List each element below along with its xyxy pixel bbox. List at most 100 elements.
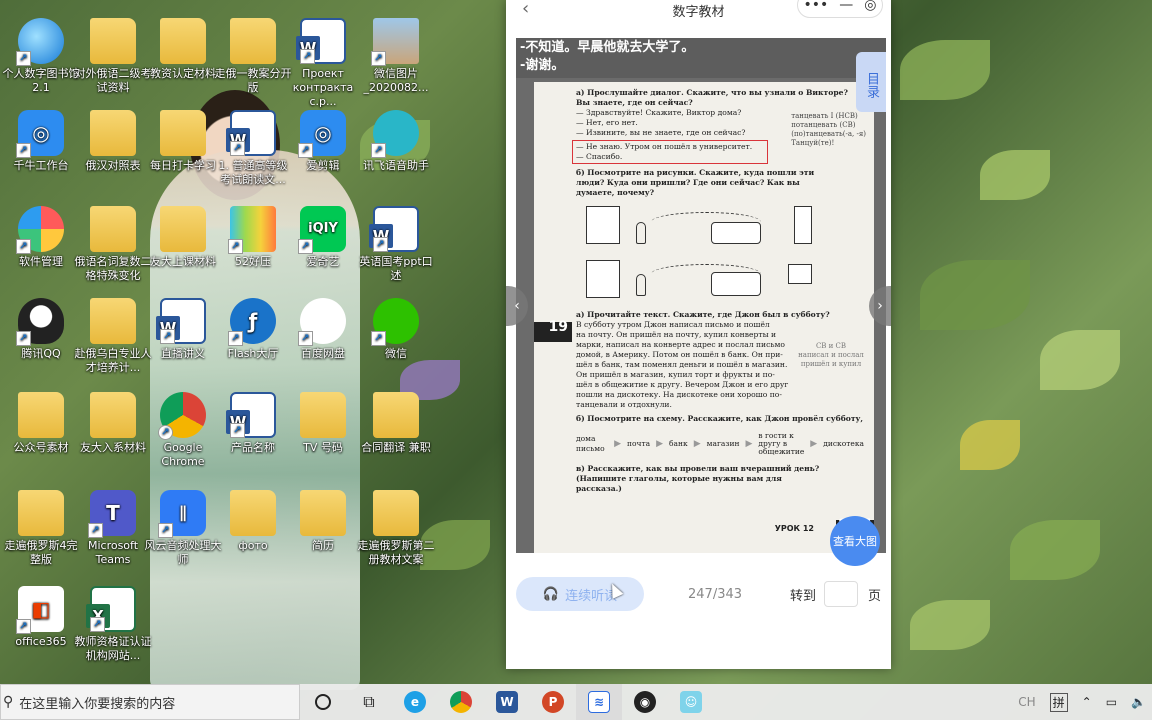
taskbar-photo-app[interactable]: ☺ bbox=[668, 684, 714, 720]
desktop-icon[interactable]: 教资认定材料 bbox=[144, 18, 222, 81]
task-view-button[interactable]: ⧉ bbox=[346, 684, 392, 720]
desktop-icon[interactable]: ƒFlash大厅 bbox=[214, 298, 292, 361]
textbook-app-icon: ≋ bbox=[588, 691, 610, 713]
desktop-icon[interactable]: 1. 普通高等级考试朗读文... bbox=[214, 110, 292, 187]
desktop-icon[interactable]: 52好压 bbox=[214, 206, 292, 269]
word-icon: W bbox=[496, 691, 518, 713]
flash-icon: ƒ bbox=[228, 298, 276, 346]
photo-app-icon: ☺ bbox=[680, 691, 702, 713]
goto-page-input[interactable] bbox=[824, 581, 859, 607]
taskbar-obs[interactable]: ◉ bbox=[622, 684, 668, 720]
taskbar-search[interactable]: ⚲ 在这里输入你要搜索的内容 bbox=[0, 684, 300, 720]
desktop-icon[interactable]: 软件管理 bbox=[2, 206, 80, 269]
desktop-icon[interactable]: TV 号码 bbox=[284, 392, 362, 455]
zip-icon bbox=[228, 206, 276, 254]
side-notes-2: СВ и СВ написал и послал пришёл и купил bbox=[796, 342, 866, 369]
blue-icon: ◎ bbox=[16, 110, 64, 158]
desktop-icon[interactable]: 合同翻译 兼职 bbox=[357, 392, 435, 455]
desktop-icon[interactable]: 直播讲义 bbox=[144, 298, 222, 361]
view-large-button[interactable]: 查看大图 bbox=[830, 516, 880, 566]
excel-icon bbox=[86, 586, 136, 632]
arrow-icon: ▶ bbox=[810, 439, 818, 449]
cloud-icon bbox=[298, 298, 346, 346]
folder-icon bbox=[300, 392, 346, 438]
toc-button[interactable]: 目录 bbox=[856, 52, 886, 112]
volume-icon[interactable]: 🔈 bbox=[1131, 695, 1146, 709]
side-notes: танцевать I (НСВ) потанцевать (СВ) (по)т… bbox=[791, 112, 866, 148]
arrow-icon: ▶ bbox=[614, 439, 622, 449]
desktop-icon[interactable]: 英语国考ppt口述 bbox=[357, 206, 435, 283]
folder-icon bbox=[160, 110, 206, 156]
more-icon[interactable]: ••• bbox=[804, 0, 829, 13]
desktop-icon[interactable]: 产品名称 bbox=[214, 392, 292, 455]
taskbar-word[interactable]: W bbox=[484, 684, 530, 720]
desktop-icon[interactable]: iQIY爱奇艺 bbox=[284, 206, 362, 269]
schema-step: магазин bbox=[706, 439, 740, 448]
system-tray: CH 拼 ⌃ ▭ 🔈 bbox=[1018, 684, 1152, 720]
task-text: б) Посмотрите на рисунки. Скажите, куда … bbox=[576, 168, 815, 197]
chevron-up-icon[interactable]: ⌃ bbox=[1082, 695, 1092, 709]
battery-icon[interactable]: ▭ bbox=[1106, 695, 1117, 709]
back-icon[interactable]: ‹ bbox=[522, 0, 529, 19]
desktop-icon[interactable]: TMicrosoft Teams bbox=[74, 490, 152, 567]
desktop-icon[interactable]: 走遍俄罗斯4完整版 bbox=[2, 490, 80, 567]
desktop-icon[interactable]: ∥风云音频处理大师 bbox=[144, 490, 222, 567]
highlighted-dialog[interactable]: — Не знаю. Утром он пошёл в университет.… bbox=[572, 140, 768, 164]
lesson-footer: УРОК 12 bbox=[774, 524, 814, 533]
minimize-icon[interactable]: — bbox=[839, 0, 853, 13]
desktop-icon[interactable]: 腾讯QQ bbox=[2, 298, 80, 361]
folder-icon bbox=[18, 392, 64, 438]
desktop-icon[interactable]: 对外俄语二级考试资料 bbox=[74, 18, 152, 95]
desktop-icon[interactable]: 简历 bbox=[284, 490, 362, 553]
cortana-button[interactable] bbox=[300, 684, 346, 720]
desktop-icon-label: 千牛工作台 bbox=[13, 159, 69, 172]
desktop-icon[interactable]: 教师资格证认证机构网站... bbox=[74, 586, 152, 663]
taskbar-chrome[interactable] bbox=[438, 684, 484, 720]
desktop-icon[interactable]: 走遍俄罗斯第二册教材文案 bbox=[357, 490, 435, 567]
desktop-icon[interactable]: Google Chrome bbox=[144, 392, 222, 469]
desktop-icon-label: 英语国考ppt口述 bbox=[359, 255, 433, 282]
desktop-icon[interactable]: 百度网盘 bbox=[284, 298, 362, 361]
search-icon: ⚲ bbox=[3, 694, 14, 710]
taskbar-textbook-app[interactable]: ≋ bbox=[576, 684, 622, 720]
desktop-icon-label: Microsoft Teams bbox=[87, 539, 139, 566]
page-viewer[interactable]: а) Прослушайте диалог. Скажите, что вы у… bbox=[516, 38, 886, 553]
desktop-icon[interactable]: 个人数字图书馆2.1 bbox=[2, 18, 80, 95]
desktop-icon[interactable]: ◎爱剪辑 bbox=[284, 110, 362, 173]
desktop-icon-label: 百度网盘 bbox=[301, 347, 345, 360]
desktop-icon-label: office365 bbox=[15, 635, 67, 648]
ime-indicator[interactable]: 拼 bbox=[1049, 692, 1068, 712]
close-icon[interactable]: ◎ bbox=[864, 0, 876, 13]
folder-icon bbox=[230, 490, 276, 536]
desktop-icon[interactable]: ◧office365 bbox=[2, 586, 80, 649]
desktop-icon[interactable]: 友大入系材料 bbox=[74, 392, 152, 455]
task-text: в) Расскажите, как вы провели ваш вчераш… bbox=[576, 464, 820, 493]
desktop-icon[interactable]: 走俄一教案分开版 bbox=[214, 18, 292, 95]
desktop-icon[interactable]: фото bbox=[214, 490, 292, 553]
task-view-icon: ⧉ bbox=[363, 692, 375, 711]
desktop-icon[interactable]: 微信图片_2020082... bbox=[357, 18, 435, 95]
desktop-icon[interactable]: 友大上课材料 bbox=[144, 206, 222, 269]
desktop-icon[interactable]: 俄汉对照表 bbox=[74, 110, 152, 173]
desktop-icon[interactable]: 俄语名词复数二格特殊变化 bbox=[74, 206, 152, 283]
page-suffix: 页 bbox=[868, 588, 882, 604]
desktop-icon[interactable]: ◎千牛工作台 bbox=[2, 110, 80, 173]
taskbar-ie[interactable]: e bbox=[392, 684, 438, 720]
desktop-icon-label: 教资认定材料 bbox=[150, 67, 216, 80]
desktop-icon[interactable]: Проект контракта с.р... bbox=[284, 18, 362, 109]
wechat-icon bbox=[371, 298, 419, 346]
desktop-icon-label: 友大入系材料 bbox=[80, 441, 146, 454]
route-schema: дома письмо ▶ почта ▶ банк ▶ магазин ▶ в гос… bbox=[576, 432, 864, 456]
desktop-icon[interactable]: 公众号素材 bbox=[2, 392, 80, 455]
desktop-icon[interactable]: 赴俄乌白专业人才培养计... bbox=[74, 298, 152, 375]
text-line: Он пришёл в магазин, купил торт и фрукты… bbox=[576, 370, 775, 379]
desktop-icon[interactable]: 每日打卡学习 bbox=[144, 110, 222, 173]
taskbar-powerpoint[interactable]: P bbox=[530, 684, 576, 720]
folder-icon bbox=[160, 18, 206, 64]
word-icon bbox=[226, 392, 276, 438]
tray-ch[interactable]: CH bbox=[1018, 695, 1035, 709]
continuous-listen-button[interactable]: 🎧 连续听读 bbox=[516, 577, 644, 611]
desktop-icon[interactable]: 讯飞语音助手 bbox=[357, 110, 435, 173]
desktop-icon[interactable]: 微信 bbox=[357, 298, 435, 361]
desktop-icon-label: 每日打卡学习 bbox=[150, 159, 216, 172]
